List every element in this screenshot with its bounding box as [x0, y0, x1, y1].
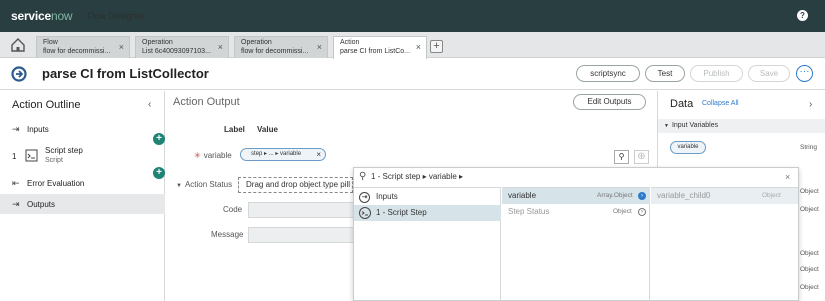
outputs-icon: ⇥ [12, 199, 20, 209]
code-field[interactable] [248, 202, 358, 218]
scriptsync-button[interactable]: scriptsync [576, 65, 640, 82]
close-icon[interactable]: × [218, 43, 223, 52]
code-label: Code [223, 205, 243, 214]
message-label: Message [211, 230, 244, 239]
page-title: parse CI from ListCollector [42, 66, 209, 81]
outline-item-script-step[interactable]: 1 Script step Script [0, 143, 165, 170]
data-title: Data [670, 98, 694, 110]
picker-item-inputs[interactable]: ⇥ Inputs [354, 189, 501, 205]
add-icon[interactable]: ⊕ [634, 150, 649, 164]
add-tab-button[interactable]: + [430, 40, 443, 53]
clear-search-icon[interactable]: × [785, 172, 790, 182]
picker-column-3: variable_child0 Object [651, 187, 798, 301]
error-evaluation-icon: ⇤ [12, 178, 20, 188]
test-button[interactable]: Test [645, 65, 685, 82]
close-icon[interactable]: × [119, 43, 124, 52]
picker-search-input[interactable]: 1 - Script step ▸ variable ▸ [371, 172, 463, 181]
picker-item-variable[interactable]: variable Array.Object › [502, 188, 650, 204]
home-icon[interactable] [8, 35, 28, 55]
outline-item-error-evaluation[interactable]: ⇤ Error Evaluation [0, 175, 165, 192]
tab-flow[interactable]: Flow flow for decommissi... × [36, 36, 130, 58]
picker-column-2: variable Array.Object › Step Status Obje… [502, 187, 650, 301]
close-icon[interactable]: × [416, 43, 421, 52]
label-column-header: Label [224, 125, 245, 134]
variable-data-pill[interactable]: step ▸ ... ▸ variable × [240, 148, 326, 161]
value-column-header: Value [257, 125, 278, 134]
tab-operation-2[interactable]: Operation flow for decommissi... × [234, 36, 328, 58]
picker-item-variable-child0[interactable]: variable_child0 Object [651, 188, 798, 204]
edit-outputs-button[interactable]: Edit Outputs [573, 94, 646, 110]
publish-button[interactable]: Publish [690, 65, 743, 82]
outline-item-outputs[interactable]: ⇥ Outputs [0, 194, 165, 214]
app-name: Flow Designer [87, 11, 145, 21]
collapse-all-link[interactable]: Collapse All [702, 100, 739, 107]
chevron-left-icon[interactable]: ‹ [148, 99, 151, 110]
script-icon [25, 149, 38, 162]
expand-icon[interactable]: › [638, 192, 646, 200]
message-field[interactable] [248, 227, 358, 243]
save-button[interactable]: Save [748, 65, 790, 82]
input-variables-section[interactable]: ▼ Input Variables [658, 119, 825, 133]
chevron-right-icon[interactable]: › [809, 99, 812, 110]
data-type-label: String [800, 144, 817, 151]
object-pill-dropzone[interactable]: Drag and drop object type pill [238, 177, 353, 193]
variable-label: ✳ variable [194, 151, 232, 160]
more-options-button[interactable]: ··· [796, 65, 813, 82]
script-icon [359, 207, 371, 219]
tab-action[interactable]: Action parse CI from ListCo... × [333, 36, 427, 59]
help-icon[interactable]: ? [797, 10, 808, 21]
remove-pill-icon[interactable]: × [316, 149, 321, 160]
data-variable-pill[interactable]: variable [670, 141, 706, 154]
tab-operation-1[interactable]: Operation List 6c40093097103... × [135, 36, 229, 58]
inputs-icon: ⇥ [12, 124, 20, 134]
data-picker-icon[interactable]: ⚲ [614, 150, 629, 164]
outline-title: Action Outline [12, 99, 81, 111]
picker-column-1: ⇥ Inputs 1 - Script Step [354, 187, 501, 301]
action-back-icon[interactable] [11, 66, 27, 82]
close-icon[interactable]: × [317, 43, 322, 52]
inputs-icon: ⇥ [359, 192, 370, 203]
picker-item-step-status[interactable]: Step Status Object › [502, 204, 650, 220]
search-icon: ⚲ [359, 171, 367, 182]
outline-item-inputs[interactable]: ⇥ Inputs [0, 121, 165, 137]
servicenow-logo: servicenow [11, 9, 73, 23]
action-status-label[interactable]: ▼ Action Status [176, 180, 232, 189]
expand-icon[interactable]: › [638, 208, 646, 216]
picker-item-script-step[interactable]: 1 - Script Step [354, 205, 501, 221]
action-output-title: Action Output [173, 96, 240, 108]
